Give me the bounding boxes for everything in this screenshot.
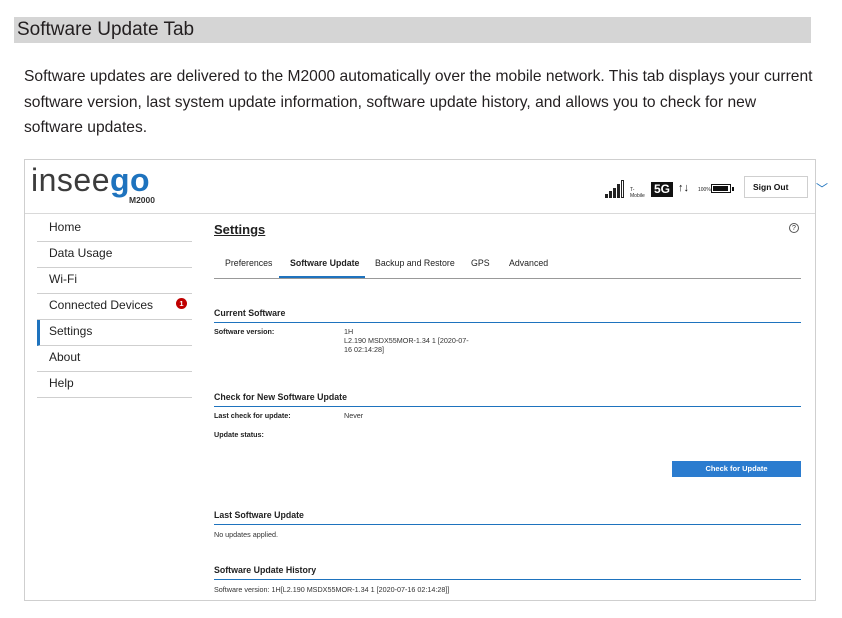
check-update-section: Check for New Software Update Last check… [214,392,801,439]
software-version-label: Software version: [214,327,275,336]
sign-out-label: Sign Out [753,182,789,192]
tab-gps[interactable]: GPS [471,258,490,268]
section-title-bar: Software Update Tab [14,17,811,43]
tab-advanced[interactable]: Advanced [509,258,548,268]
update-history-section: Software Update History Software version… [214,565,801,594]
section-title: Software Update Tab [17,19,195,40]
sidebar-item-home[interactable]: Home [37,216,192,242]
software-version-value: 1H L2.190 MSDX55MOR-1.34 1 [2020-07- 16 … [344,327,469,354]
update-status-label: Update status: [214,430,264,439]
tab-software-update[interactable]: Software Update [290,258,359,268]
sidebar-item-settings[interactable]: Settings [37,320,192,346]
sidebar-item-connected-devices[interactable]: Connected Devices 1 [37,294,192,320]
sidebar-nav: Home Data Usage Wi-Fi Connected Devices 1… [37,216,192,398]
inseego-logo: inseego [31,162,151,198]
section-heading: Software Update History [214,565,801,580]
last-check-value: Never [344,411,364,420]
last-update-section: Last Software Update No updates applied. [214,510,801,539]
sidebar-item-data-usage[interactable]: Data Usage [37,242,192,268]
battery-percent: 100% [698,187,711,193]
sidebar-item-wifi[interactable]: Wi-Fi [37,268,192,294]
last-update-text: No updates applied. [214,530,278,539]
ui-screenshot-frame: inseego M2000 T-Mobile 5G ↑↓ 100% Sign O… [24,159,828,601]
tab-backup-restore[interactable]: Backup and Restore [375,258,455,268]
intro-paragraph: Software updates are delivered to the M2… [24,68,813,136]
sidebar-item-help[interactable]: Help [37,372,192,398]
update-history-text: Software version: 1H[L2.190 MSDX55MOR-1.… [214,585,450,594]
section-heading: Check for New Software Update [214,392,801,407]
section-heading: Current Software [214,308,801,323]
notification-badge: 1 [176,298,187,309]
chevron-down-icon[interactable]: ﹀ [816,180,828,197]
sidebar-item-about[interactable]: About [37,346,192,372]
model-label: M2000 [129,195,155,205]
help-icon[interactable]: ? [789,223,799,233]
data-traffic-icon: ↑↓ [678,182,689,194]
signal-strength-icon [605,180,625,198]
tab-preferences[interactable]: Preferences [225,258,272,268]
network-type-badge: 5G [651,182,674,197]
last-check-label: Last check for update: [214,411,291,420]
active-tab-indicator [279,276,365,278]
check-for-update-button[interactable]: Check for Update [672,461,801,477]
header-divider [25,213,815,214]
page-title: Settings [214,222,266,237]
section-heading: Last Software Update [214,510,801,525]
current-software-section: Current Software Software version: 1H L2… [214,308,801,354]
carrier-label: T-Mobile [630,187,645,199]
sign-out-dropdown[interactable]: Sign Out ﹀ [744,176,828,198]
battery-icon [711,184,734,193]
